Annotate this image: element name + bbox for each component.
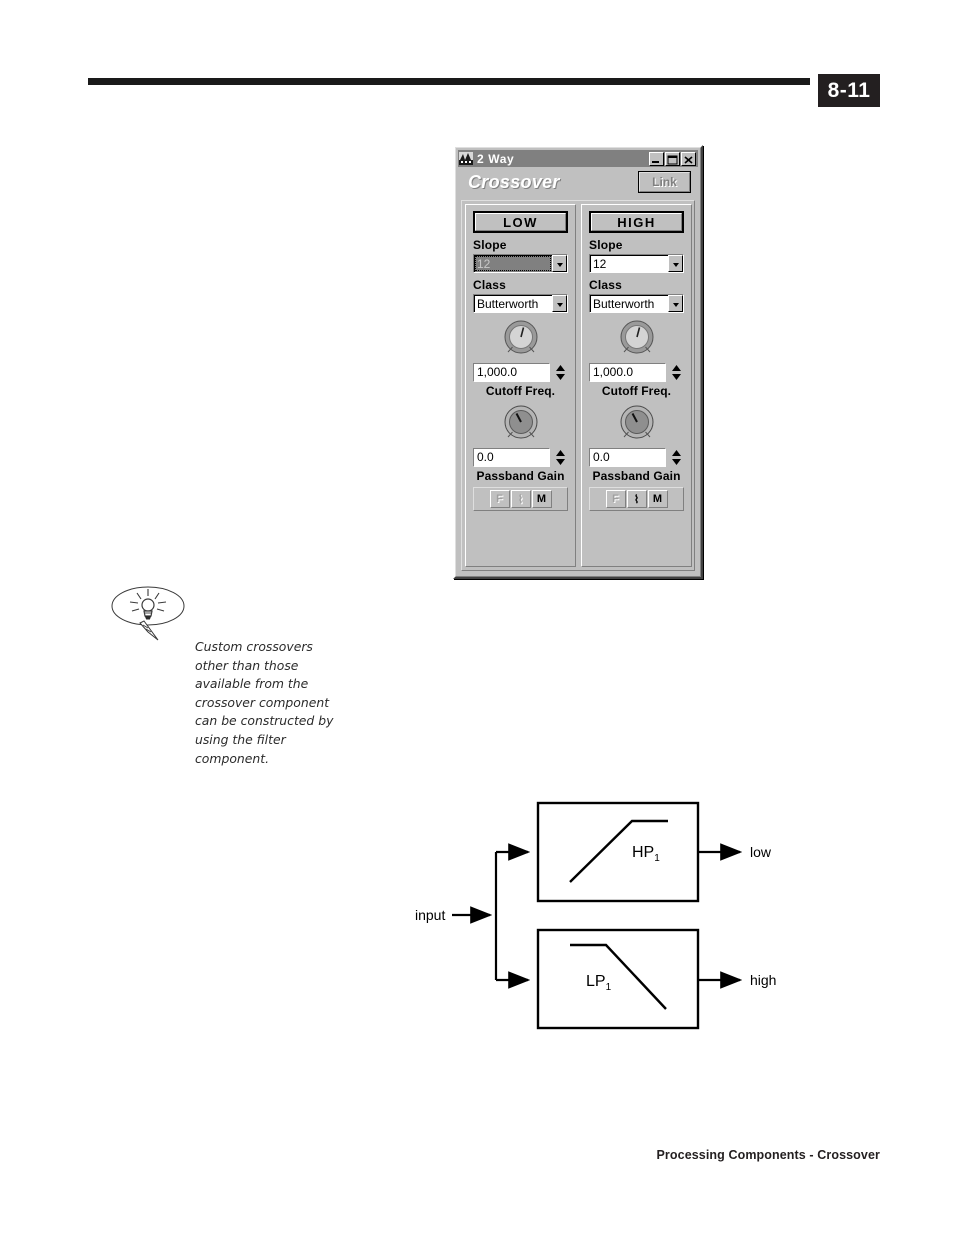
high-cutoff-label: Cutoff Freq. [601,384,672,398]
dialog-header: Crossover Link [458,169,698,199]
high-class-dropdown[interactable]: Butterworth [589,294,684,313]
low-gain-input[interactable]: 0.0 [473,448,550,467]
crossover-block-diagram: input HP1 LP1 low high [400,790,820,1045]
high-cutoff-stepper[interactable] [669,363,684,382]
low-gain-knob-area [473,404,568,452]
low-cutoff-input[interactable]: 1,000.0 [473,363,550,382]
high-gain-stepper[interactable] [669,448,684,467]
high-cutoff-input[interactable]: 1,000.0 [589,363,666,382]
high-cutoff-knob[interactable] [616,319,658,361]
tip-text: Custom crossovers other than those avail… [195,639,334,766]
low-slope-mode-button[interactable]: ⌇ [510,490,531,508]
lightbulb-icon [110,583,196,645]
diagram-hp-label: HP1 [632,844,660,864]
low-band-button[interactable]: LOW [473,211,568,233]
high-gain-knob-area [589,404,684,452]
high-class-label: Class [589,278,623,292]
channel-panels: LOW Slope 12 Class Butterworth 1,000.0 C… [461,200,695,571]
low-class-value: Butterworth [474,295,552,312]
low-band-label: LOW [503,214,538,230]
low-slope-dropdown[interactable]: 12 [473,254,568,273]
channel-low: LOW Slope 12 Class Butterworth 1,000.0 C… [465,204,576,567]
high-gain-knob[interactable] [616,404,658,446]
channel-high: HIGH Slope 12 Class Butterworth 1,000.0 … [581,204,692,567]
link-button[interactable]: Link [638,171,691,193]
high-flat-button[interactable]: F [605,490,626,508]
high-band-button[interactable]: HIGH [589,211,684,233]
diagram-high-output-label: high [750,972,776,988]
high-cutoff-knob-area [589,319,684,367]
low-gain-row: 0.0 [473,448,568,467]
header-rule [88,78,810,85]
low-cutoff-stepper[interactable] [553,363,568,382]
high-cutoff-row: 1,000.0 [589,363,684,382]
low-class-dropdown[interactable]: Butterworth [473,294,568,313]
app-icon [459,152,473,165]
high-gain-row: 0.0 [589,448,684,467]
low-cutoff-knob[interactable] [500,319,542,361]
page-footer: Processing Components - Crossover [656,1148,880,1162]
high-band-label: HIGH [617,214,656,230]
diagram-lp-label: LP1 [586,973,612,993]
dialog-titlebar[interactable]: 2 Way [458,150,698,167]
chevron-down-icon[interactable] [552,295,567,312]
low-gain-knob[interactable] [500,404,542,446]
high-slope-label: Slope [589,238,623,252]
low-cutoff-row: 1,000.0 [473,363,568,382]
low-mute-button[interactable]: M [531,490,552,508]
high-slope-mode-button[interactable]: ⌇ [626,490,647,508]
diagram-low-output-label: low [750,844,772,860]
high-slope-value: 12 [590,255,668,272]
low-slope-label: Slope [473,238,507,252]
high-gain-input[interactable]: 0.0 [589,448,666,467]
diagram-input-label: input [415,907,445,923]
high-gain-label: Passband Gain [592,469,681,483]
high-class-value: Butterworth [590,295,668,312]
chevron-down-icon[interactable] [552,255,567,272]
low-slope-value: 12 [474,255,552,272]
low-mode-bar: F ⌇ M [473,487,568,511]
low-cutoff-label: Cutoff Freq. [485,384,556,398]
low-cutoff-knob-area [473,319,568,367]
low-gain-stepper[interactable] [553,448,568,467]
chevron-down-icon[interactable] [668,255,683,272]
high-mute-button[interactable]: M [647,490,668,508]
page-number: 8-11 [818,74,880,107]
maximize-button[interactable] [665,151,680,166]
chevron-down-icon[interactable] [668,295,683,312]
minimize-button[interactable] [649,151,664,166]
link-button-label: Link [652,175,677,189]
close-button[interactable] [681,151,696,166]
high-mode-bar: F ⌇ M [589,487,684,511]
dialog-title: 2 Way [477,151,515,166]
low-gain-label: Passband Gain [476,469,565,483]
crossover-heading: Crossover [468,172,560,192]
low-class-label: Class [473,278,507,292]
high-slope-dropdown[interactable]: 12 [589,254,684,273]
crossover-dialog: 2 Way Crossover Link LOW Slope 12 Class … [453,145,703,579]
low-flat-button[interactable]: F [489,490,510,508]
